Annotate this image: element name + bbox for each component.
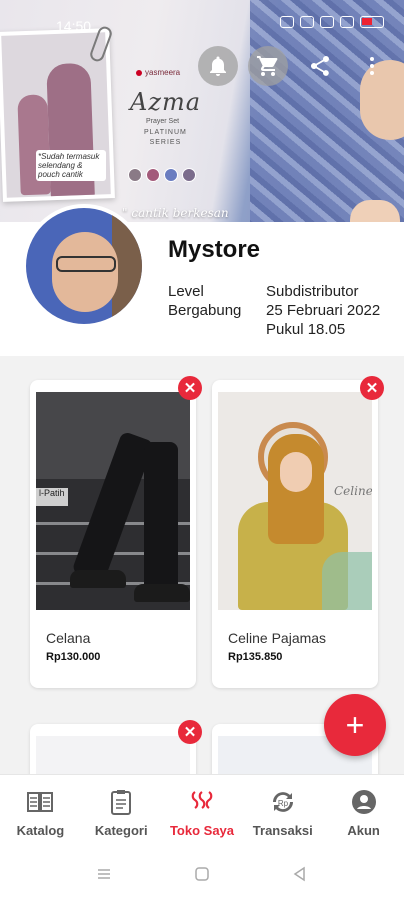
account-icon — [351, 790, 376, 814]
nav-item-kategori[interactable]: Kategori — [81, 775, 162, 848]
status-icons — [280, 16, 384, 28]
battery-icon — [360, 16, 384, 28]
more-button[interactable] — [352, 46, 392, 86]
model-face — [280, 452, 312, 492]
banner-series-line1: PLATINUM — [144, 129, 187, 136]
transaction-icon: Rp — [272, 792, 293, 812]
product-image-label: l-Patih — [36, 488, 68, 506]
store-name: Mystore — [168, 236, 261, 263]
more-vertical-icon — [370, 57, 374, 75]
joined-time: Pukul 18.05 — [266, 321, 346, 338]
remove-product-button[interactable]: ✕ — [178, 376, 202, 400]
profile-values: Subdistributor 25 Februari 2022 Pukul 18… — [266, 282, 380, 339]
product-image-label: Celine — [334, 484, 372, 498]
product-image: l-Patih — [36, 392, 190, 610]
alarm-icon — [280, 16, 294, 28]
status-bar: 14:50 — [0, 12, 404, 38]
bell-icon — [210, 56, 226, 76]
status-time: 14:50 — [56, 18, 92, 34]
banner-title: Azma — [130, 88, 202, 116]
banner-series: PLATINUM SERIES — [144, 128, 187, 148]
nav-label: Akun — [347, 823, 380, 838]
catalog-icon — [27, 792, 54, 812]
model-leg — [71, 430, 155, 584]
avatar[interactable] — [22, 204, 146, 328]
color-swatch — [128, 168, 142, 182]
model-leg — [144, 442, 178, 592]
banner-series-line2: SERIES — [149, 139, 182, 146]
remove-product-button[interactable]: ✕ — [360, 376, 384, 400]
joined-date: 25 Februari 2022 — [266, 302, 381, 319]
color-swatches — [128, 168, 196, 182]
notification-button[interactable] — [198, 46, 238, 86]
cart-icon — [257, 56, 278, 76]
system-navigation-bar — [0, 848, 404, 900]
nav-item-akun[interactable]: Akun — [323, 775, 404, 848]
profile-labels: Level Bergabung — [168, 282, 241, 320]
nav-item-katalog[interactable]: Katalog — [0, 775, 81, 848]
nav-label: Toko Saya — [169, 823, 235, 838]
store-icon — [191, 791, 213, 809]
remove-product-button[interactable]: ✕ — [178, 720, 202, 744]
nav-item-transaksi[interactable]: Rp Transaksi — [242, 775, 323, 848]
home-icon[interactable] — [193, 865, 211, 883]
brand-logo: yasmeera — [136, 68, 180, 77]
image-plant — [322, 552, 372, 610]
cart-button[interactable] — [248, 46, 288, 86]
banner-photo-caption: *Sudah termasuk selendang & pouch cantik — [36, 150, 106, 181]
product-card[interactable]: Celine Celine Pajamas Rp135.850 — [212, 380, 378, 688]
product-card[interactable]: l-Patih Celana Rp130.000 — [30, 380, 196, 688]
nav-label: Katalog — [16, 823, 65, 838]
product-name: Celana — [46, 630, 91, 646]
color-swatch — [164, 168, 178, 182]
banner-tagline-text: cantik berkesan — [131, 206, 229, 220]
product-price: Rp135.850 — [228, 651, 283, 663]
product-image: Celine — [218, 392, 372, 610]
svg-text:Rp: Rp — [278, 799, 289, 808]
color-swatch — [146, 168, 160, 182]
back-icon[interactable] — [291, 865, 309, 883]
nav-label: Transaksi — [252, 823, 313, 838]
signal-icon — [340, 16, 354, 28]
level-label: Level — [168, 283, 204, 300]
nav-item-toko-saya[interactable]: Toko Saya — [162, 775, 243, 848]
model-shoe — [70, 570, 126, 588]
menu-icon[interactable] — [95, 865, 113, 883]
banner-subtitle: Prayer Set — [146, 118, 180, 125]
network-icon — [300, 16, 314, 28]
model-shoe — [134, 584, 190, 602]
bottom-navigation: Katalog Kategori Toko Saya Rp Transaksi … — [0, 774, 404, 848]
product-name: Celine Pajamas — [228, 630, 327, 646]
color-swatch — [182, 168, 196, 182]
product-price: Rp130.000 — [46, 651, 101, 663]
category-icon — [111, 790, 132, 815]
share-icon — [310, 56, 329, 76]
wifi-icon — [320, 16, 334, 28]
joined-label: Bergabung — [168, 302, 242, 319]
avatar-face — [52, 232, 118, 312]
nav-label: Kategori — [94, 823, 148, 838]
share-button[interactable] — [300, 46, 340, 86]
avatar-glasses — [56, 256, 116, 272]
level-value: Subdistributor — [266, 283, 359, 300]
add-product-button[interactable]: + — [324, 694, 386, 756]
